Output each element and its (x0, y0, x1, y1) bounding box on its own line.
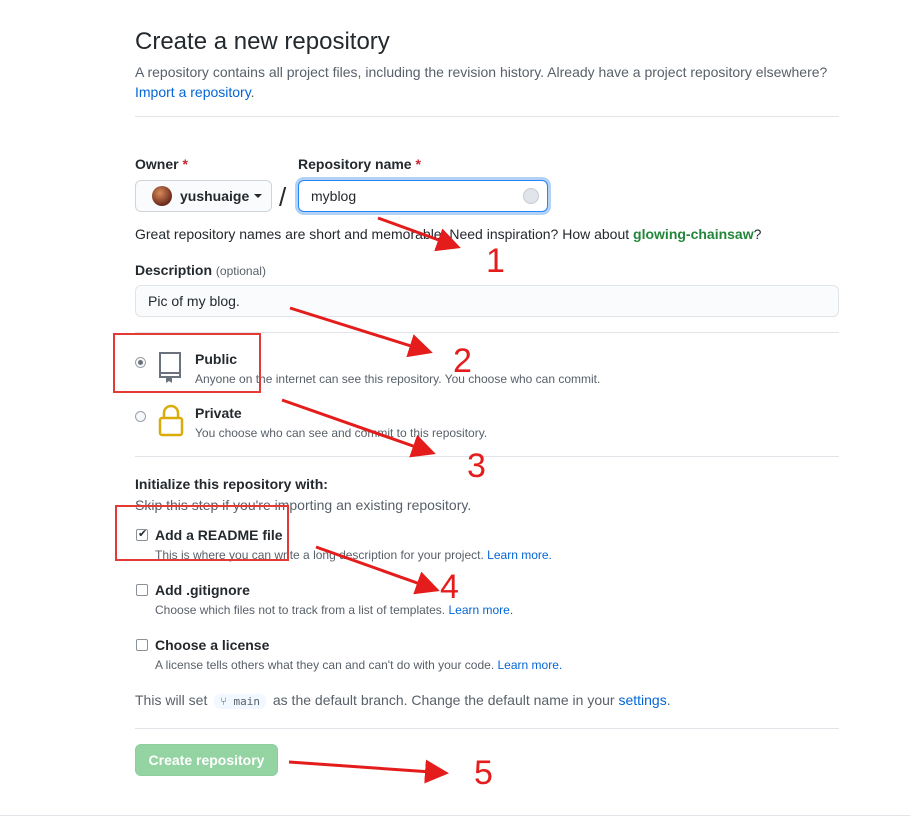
avatar (152, 186, 172, 206)
divider (135, 728, 839, 729)
private-description: You choose who can see and commit to thi… (195, 426, 488, 440)
branch-icon: ⑂ (220, 695, 227, 708)
import-repository-link[interactable]: Import a repository (135, 84, 251, 100)
annotation-number-4: 4 (440, 568, 459, 606)
annotation-number-1: 1 (486, 242, 505, 280)
private-title: Private (195, 405, 242, 421)
annotation-box-public (113, 333, 261, 393)
license-title: Choose a license (155, 637, 270, 653)
repo-name-label: Repository name * (298, 156, 421, 172)
description-input[interactable]: Pic of my blog. (135, 285, 839, 317)
page-title: Create a new repository (135, 28, 390, 55)
owner-label: Owner * (135, 156, 188, 172)
footer-divider (0, 815, 910, 816)
default-branch-text: This will set ⑂ main as the default bran… (135, 692, 671, 709)
license-checkbox[interactable] (136, 639, 148, 651)
settings-link[interactable]: settings (618, 692, 666, 708)
initialize-heading: Initialize this repository with: (135, 476, 328, 492)
name-suggestion-link[interactable]: glowing-chainsaw (633, 226, 754, 242)
repo-name-hint: Great repository names are short and mem… (135, 226, 762, 242)
owner-value: yushuaige (180, 188, 250, 204)
lock-icon (158, 404, 184, 437)
chevron-down-icon (254, 194, 263, 198)
owner-repo-separator: / (279, 182, 287, 212)
annotation-number-3: 3 (467, 447, 486, 485)
divider (135, 456, 839, 457)
license-learn-more-link[interactable]: Learn more. (498, 658, 563, 672)
description-label: Description (optional) (135, 262, 266, 278)
gitignore-title: Add .gitignore (155, 582, 250, 598)
loading-spinner-icon (523, 188, 539, 204)
gitignore-description: Choose which files not to track from a l… (155, 603, 514, 617)
divider (135, 116, 839, 117)
gitignore-checkbox[interactable] (136, 584, 148, 596)
readme-learn-more-link[interactable]: Learn more. (487, 548, 552, 562)
private-radio[interactable] (135, 411, 146, 422)
branch-pill: ⑂ main (214, 694, 266, 709)
create-repository-button[interactable]: Create repository (135, 744, 278, 776)
annotation-number-5: 5 (474, 754, 493, 792)
annotation-box-readme (115, 505, 289, 561)
repo-name-input[interactable]: myblog (298, 180, 548, 212)
page-subtitle: A repository contains all project files,… (135, 64, 828, 100)
annotation-number-2: 2 (453, 342, 472, 380)
owner-dropdown[interactable]: yushuaige (135, 180, 272, 212)
license-description: A license tells others what they can and… (155, 658, 563, 672)
annotation-arrow-5 (288, 759, 449, 784)
